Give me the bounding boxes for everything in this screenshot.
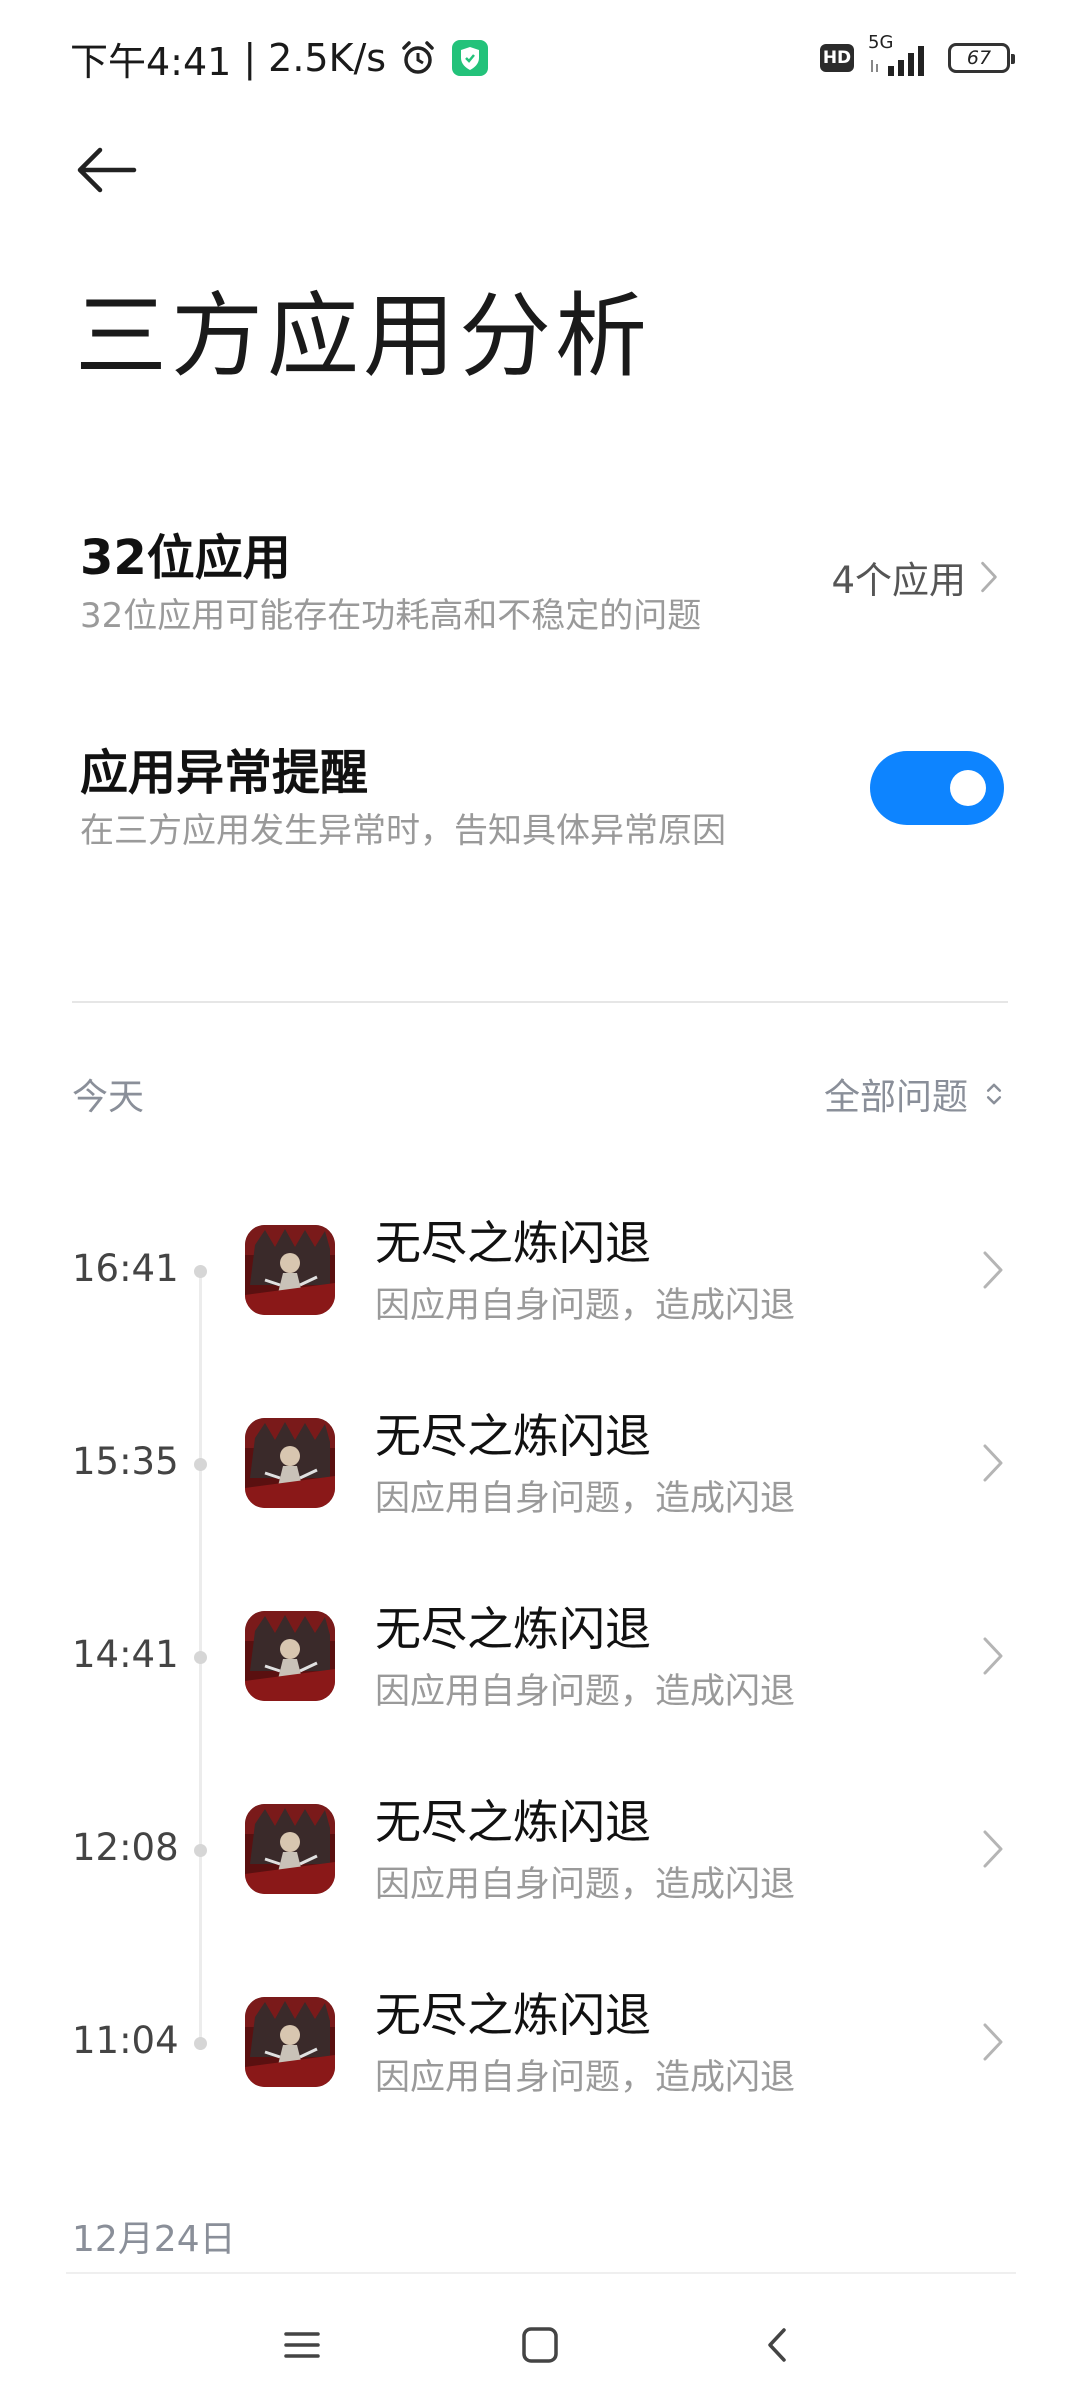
filter-select[interactable]: 全部问题 bbox=[824, 1068, 1004, 1120]
event-row[interactable]: 12:08 无尽之炼闪退因应用自身问题，造成闪退 bbox=[0, 1764, 1080, 1944]
status-left: 下午4:41 | 2.5K/s bbox=[70, 30, 490, 86]
divider bbox=[72, 1001, 1008, 1003]
status-time: 下午4:41 bbox=[70, 39, 232, 84]
chevron-right-icon bbox=[983, 1637, 1003, 1675]
section-date-today: 今天 bbox=[72, 1077, 145, 1118]
timeline-dot bbox=[194, 1844, 207, 1857]
app-icon bbox=[245, 1804, 335, 1894]
signal-icon: 5G bbox=[868, 32, 934, 78]
app-icon bbox=[245, 1418, 335, 1508]
chevron-right-icon bbox=[983, 1444, 1003, 1482]
event-description: 因应用自身问题，造成闪退 bbox=[375, 1479, 796, 1519]
event-title: 无尽之炼闪退 bbox=[375, 1409, 651, 1463]
anomaly-alert-description: 在三方应用发生异常时，告知具体异常原因 bbox=[80, 811, 726, 851]
timeline-dot bbox=[194, 1458, 207, 1471]
anomaly-alert-title: 应用异常提醒 bbox=[80, 745, 369, 801]
back-button[interactable] bbox=[72, 140, 142, 200]
event-description: 因应用自身问题，造成闪退 bbox=[375, 2058, 796, 2098]
event-time: 16:41 bbox=[72, 1247, 179, 1290]
home-button[interactable] bbox=[505, 2310, 575, 2380]
menu-button[interactable] bbox=[267, 2310, 337, 2380]
event-description: 因应用自身问题，造成闪退 bbox=[375, 1865, 796, 1905]
apps-32bit-row[interactable]: 32位应用 32位应用可能存在功耗高和不稳定的问题 4个应用 bbox=[0, 500, 1080, 640]
event-title: 无尽之炼闪退 bbox=[375, 1795, 651, 1849]
apps-count[interactable]: 4个应用 bbox=[831, 550, 1000, 604]
alarm-icon bbox=[402, 41, 434, 74]
event-time: 12:08 bbox=[72, 1826, 179, 1869]
battery-level: 67 bbox=[966, 47, 992, 69]
chevron-right-icon bbox=[983, 2023, 1003, 2061]
battery-icon: 67 bbox=[948, 43, 1015, 73]
timeline-dot bbox=[194, 1651, 207, 1664]
event-time: 15:35 bbox=[72, 1440, 179, 1483]
toggle-knob bbox=[950, 770, 986, 806]
event-description: 因应用自身问题，造成闪退 bbox=[375, 1286, 796, 1326]
section-date-previous: 12月24日 bbox=[72, 2219, 236, 2260]
event-description: 因应用自身问题，造成闪退 bbox=[375, 1672, 796, 1712]
event-row[interactable]: 11:04 无尽之炼闪退因应用自身问题，造成闪退 bbox=[0, 1957, 1080, 2137]
back-icon bbox=[768, 2328, 786, 2362]
event-title: 无尽之炼闪退 bbox=[375, 1988, 651, 2042]
event-row[interactable]: 16:41 无尽之炼闪退因应用自身问题，造成闪退 bbox=[0, 1185, 1080, 1365]
filter-label: 全部问题 bbox=[823, 1077, 968, 1118]
apps-32bit-description: 32位应用可能存在功耗高和不稳定的问题 bbox=[80, 596, 702, 636]
event-title: 无尽之炼闪退 bbox=[375, 1216, 651, 1270]
shield-check-icon bbox=[452, 40, 489, 76]
status-separator: | bbox=[243, 36, 257, 80]
back-arrow-icon bbox=[77, 147, 137, 193]
sort-updown-icon bbox=[986, 1083, 1002, 1105]
event-title: 无尽之炼闪退 bbox=[375, 1602, 651, 1656]
app-icon bbox=[245, 1225, 335, 1315]
chevron-right-icon bbox=[981, 561, 997, 593]
navigation-bar bbox=[0, 2290, 1080, 2400]
home-icon bbox=[522, 2327, 558, 2363]
nav-back-button[interactable] bbox=[743, 2310, 813, 2380]
apps-32bit-title: 32位应用 bbox=[80, 530, 291, 586]
hd-icon: HD bbox=[820, 44, 854, 72]
timeline-dot bbox=[194, 1265, 207, 1278]
event-time: 11:04 bbox=[72, 2019, 179, 2062]
event-row[interactable]: 14:41 无尽之炼闪退因应用自身问题，造成闪退 bbox=[0, 1571, 1080, 1751]
status-bar: 下午4:41 | 2.5K/s HD 5G 67 bbox=[0, 0, 1080, 115]
event-time: 14:41 bbox=[72, 1633, 179, 1676]
signal-5g-label: 5G bbox=[868, 32, 894, 53]
chevron-right-icon bbox=[983, 1830, 1003, 1868]
page-title: 三方应用分析 bbox=[75, 283, 652, 390]
timeline-dot bbox=[194, 2037, 207, 2050]
chevron-right-icon bbox=[983, 1251, 1003, 1289]
menu-icon bbox=[284, 2332, 320, 2358]
event-row[interactable]: 15:35 无尽之炼闪退因应用自身问题，造成闪退 bbox=[0, 1378, 1080, 1558]
anomaly-alert-row: 应用异常提醒 在三方应用发生异常时，告知具体异常原因 bbox=[0, 715, 1080, 855]
app-icon bbox=[245, 1611, 335, 1701]
network-speed: 2.5K/s bbox=[268, 36, 387, 80]
app-icon bbox=[245, 1997, 335, 2087]
apps-count-label: 4个应用 bbox=[831, 559, 966, 602]
nav-divider bbox=[66, 2272, 1016, 2274]
status-right: HD 5G 67 bbox=[820, 32, 1015, 82]
anomaly-alert-toggle[interactable] bbox=[870, 751, 1004, 825]
